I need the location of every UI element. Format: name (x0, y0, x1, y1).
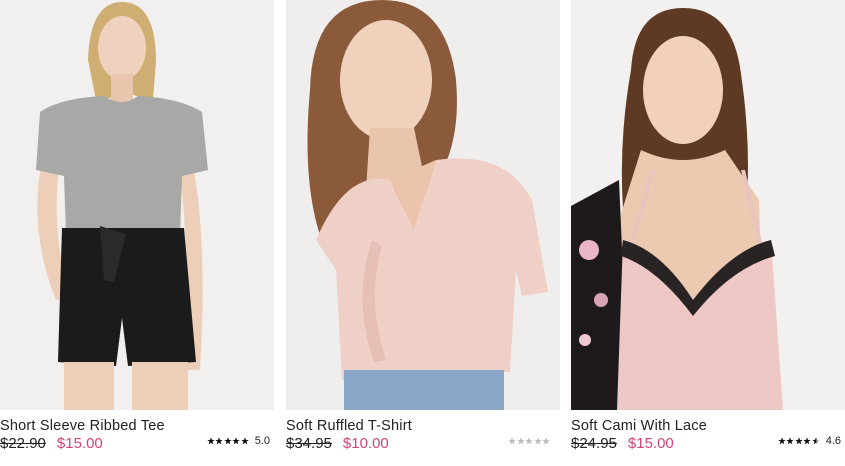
rating-stars (508, 437, 550, 445)
star-icon (215, 437, 223, 445)
product-price: $22.90 $15.00 (0, 435, 103, 452)
star-icon (778, 437, 786, 445)
star-icon (812, 437, 820, 445)
star-icon (508, 437, 516, 445)
rating-stars (778, 437, 820, 445)
star-icon (795, 437, 803, 445)
rating-stars (207, 437, 249, 445)
rating-value: 5.0 (254, 435, 270, 447)
product-card: Soft Cami With Lace $24.95 $15.00 4.6 (571, 0, 845, 466)
product-image[interactable] (571, 0, 845, 410)
product-name[interactable]: Soft Ruffled T-Shirt (286, 418, 412, 434)
product-price: $34.95 $10.00 (286, 435, 389, 452)
star-icon (786, 437, 794, 445)
sale-price: $10.00 (342, 435, 389, 452)
model-photo-grey-tee-icon (0, 0, 274, 410)
product-rating[interactable]: 5.0 (207, 434, 270, 448)
star-icon (525, 437, 533, 445)
product-card: Short Sleeve Ribbed Tee $22.90 $15.00 5.0 (0, 0, 274, 466)
sale-price: $15.00 (56, 435, 103, 452)
product-name[interactable]: Soft Cami With Lace (571, 418, 707, 434)
product-rating[interactable]: 4.6 (778, 434, 841, 448)
rating-value: 4.6 (825, 435, 841, 447)
original-price: $22.90 (0, 435, 46, 452)
star-icon (542, 437, 550, 445)
original-price: $24.95 (571, 435, 617, 452)
star-icon (207, 437, 215, 445)
star-icon (224, 437, 232, 445)
product-grid: Short Sleeve Ribbed Tee $22.90 $15.00 5.0 (0, 0, 845, 466)
product-image[interactable] (0, 0, 274, 410)
original-price: $34.95 (286, 435, 332, 452)
star-icon (533, 437, 542, 445)
product-rating[interactable] (508, 434, 556, 448)
product-image[interactable] (286, 0, 560, 410)
model-photo-pink-lace-cami-icon (571, 0, 845, 410)
model-photo-pink-ruffled-tee-icon (286, 0, 560, 410)
star-icon (516, 437, 525, 445)
star-icon (232, 437, 240, 445)
sale-price: $15.00 (627, 435, 674, 452)
product-card: Soft Ruffled T-Shirt $34.95 $10.00 (286, 0, 560, 466)
star-icon (241, 437, 249, 445)
product-price: $24.95 $15.00 (571, 435, 674, 452)
product-name[interactable]: Short Sleeve Ribbed Tee (0, 418, 165, 434)
star-icon (803, 437, 811, 445)
